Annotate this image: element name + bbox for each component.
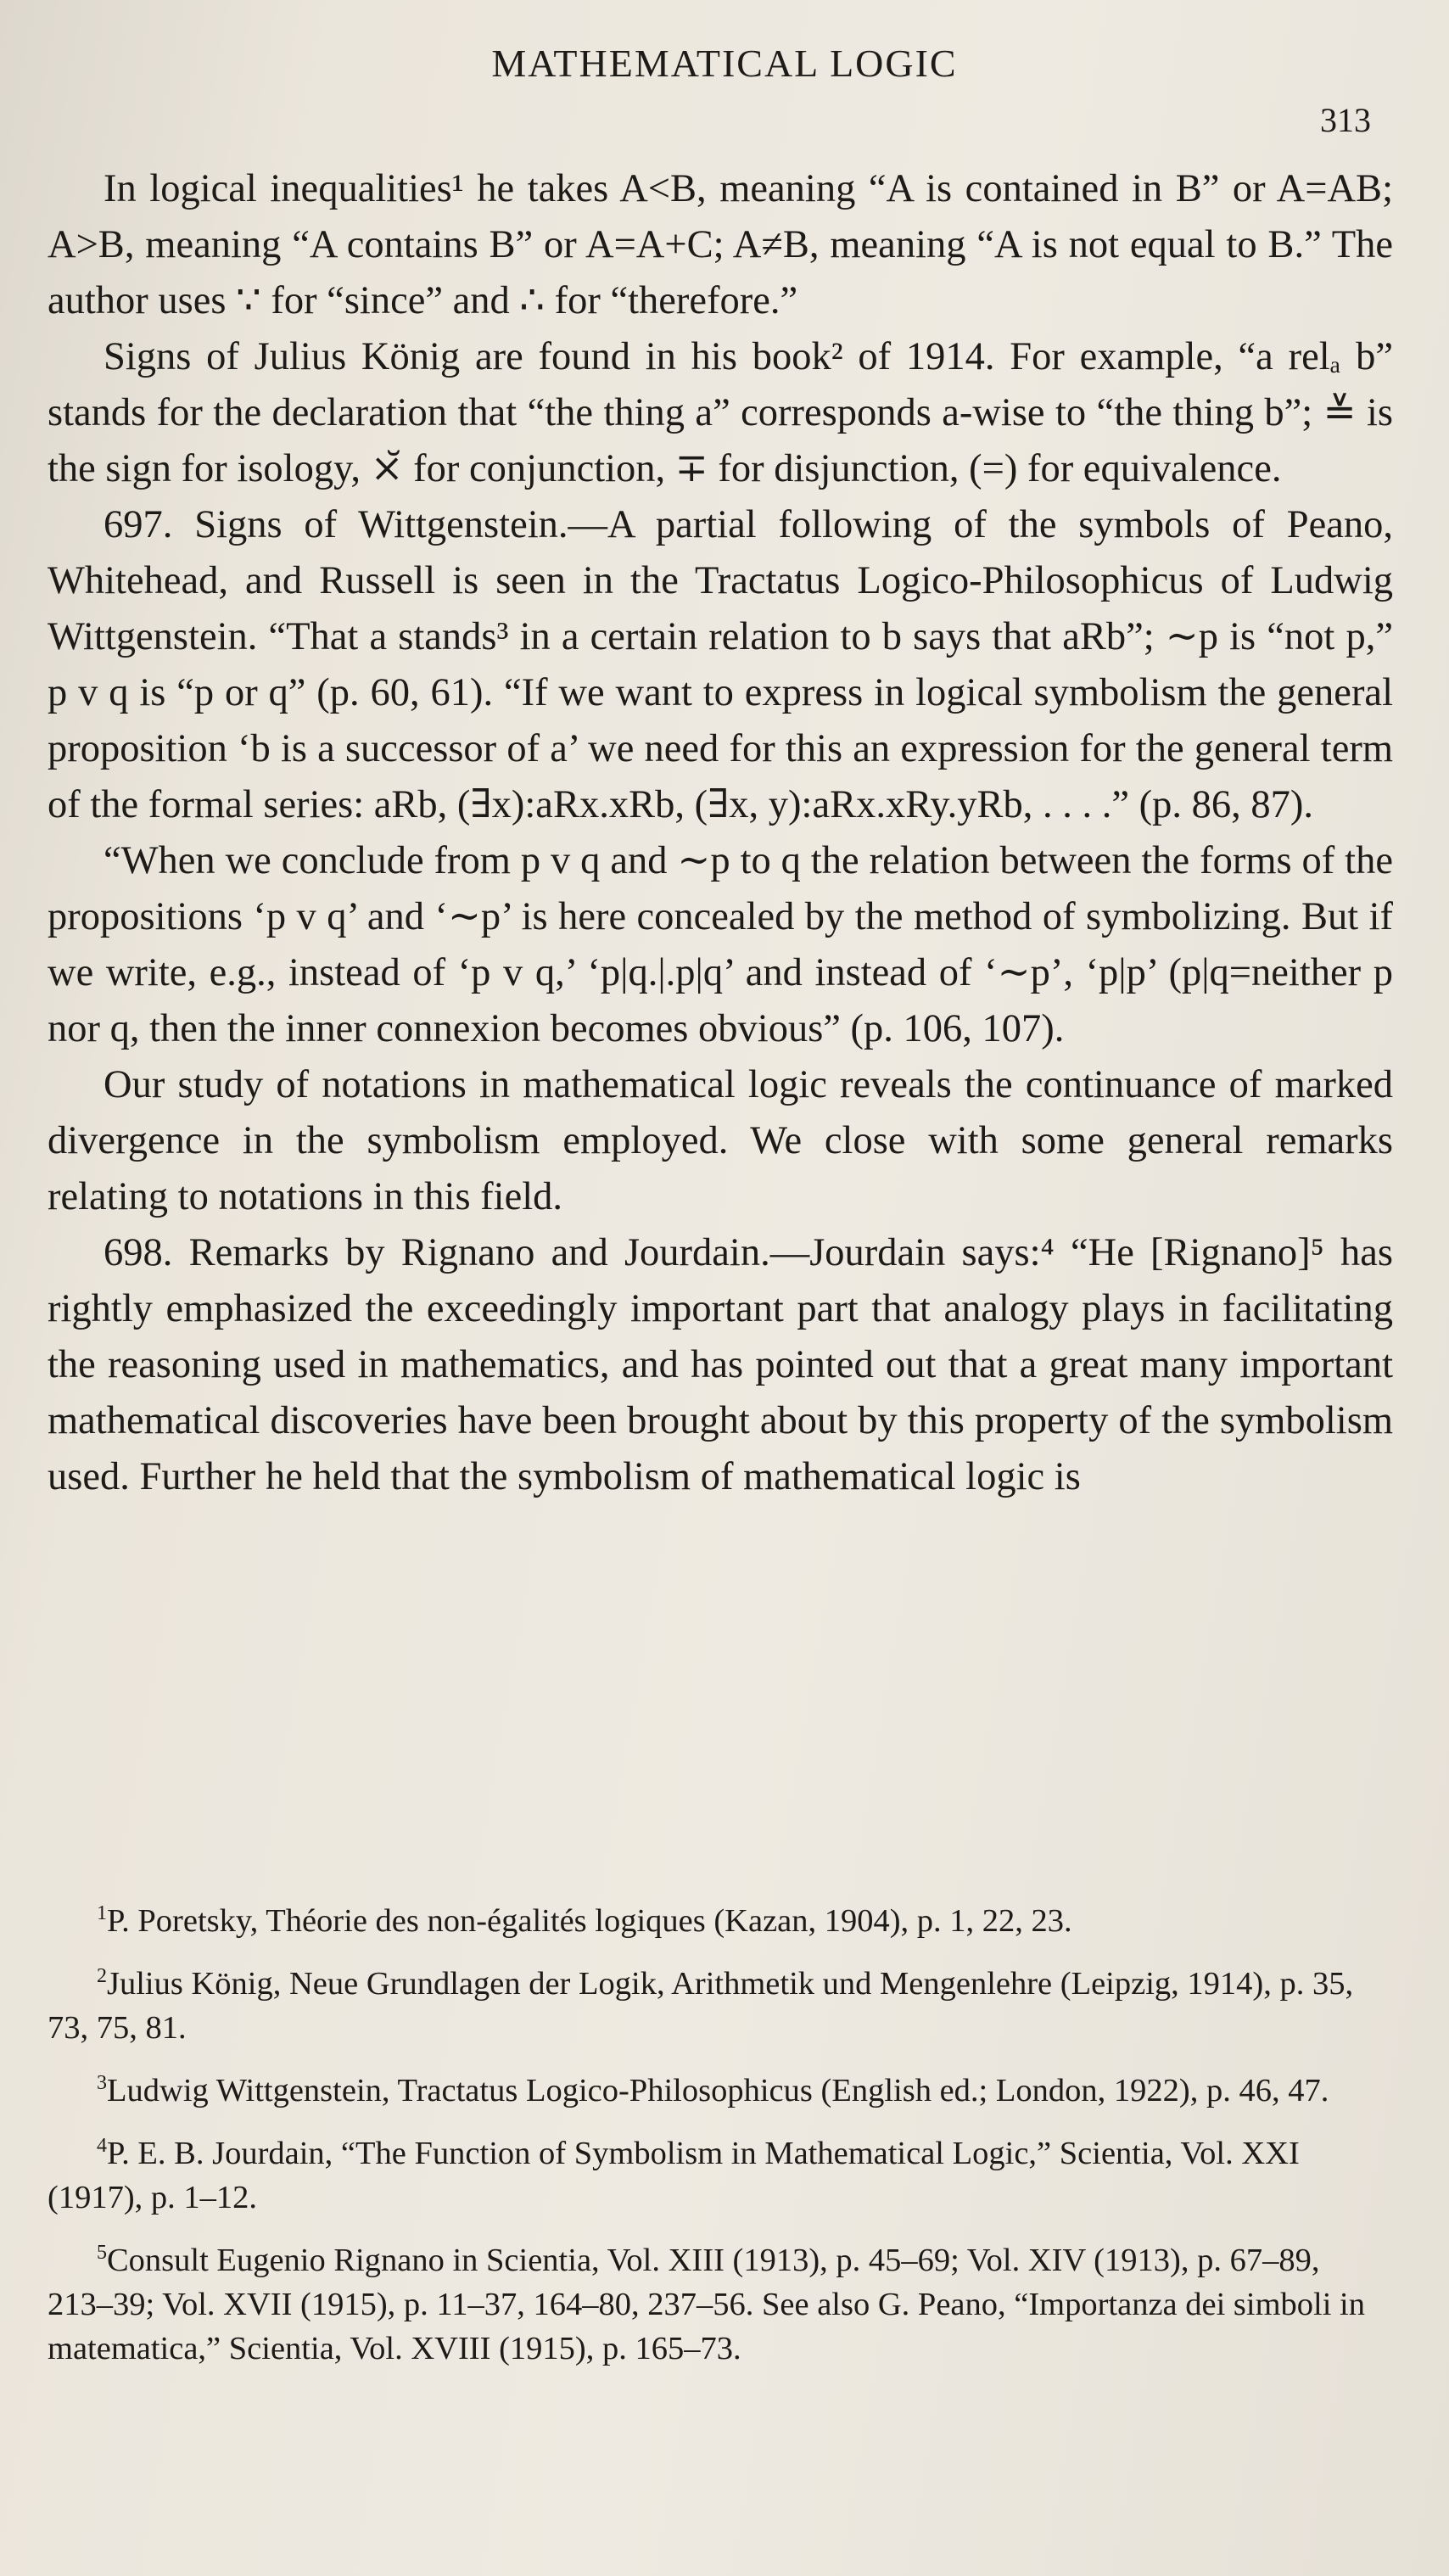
footnote: 3Ludwig Wittgenstein, Tractatus Logico-P…	[48, 2069, 1393, 2113]
footnote-text: Consult Eugenio Rignano in Scientia, Vol…	[48, 2243, 1366, 2366]
footnotes: 1P. Poretsky, Théorie des non-égalités l…	[48, 1899, 1393, 2389]
footnote: 2Julius König, Neue Grundlagen der Logik…	[48, 1962, 1393, 2050]
footnote-text: Julius König, Neue Grundlagen der Logik,…	[48, 1966, 1354, 2046]
running-title: MATHEMATICAL LOGIC	[491, 42, 958, 85]
footnote-text: Ludwig Wittgenstein, Tractatus Logico-Ph…	[107, 2073, 1329, 2108]
paragraph: Our study of notations in mathematical l…	[48, 1063, 1393, 1218]
footnote-mark: 3	[97, 2072, 107, 2095]
paragraph: “When we conclude from p v q and ∼p to q…	[48, 839, 1393, 1050]
footnote: 1P. Poretsky, Théorie des non-égalités l…	[48, 1899, 1393, 1943]
footnote: 4P. E. B. Jourdain, “The Function of Sym…	[48, 2131, 1393, 2220]
footnote-mark: 5	[97, 2242, 107, 2265]
paragraph: 697. Signs of Wittgenstein.—A partial fo…	[48, 503, 1393, 826]
footnote-mark: 4	[97, 2135, 107, 2158]
footnote-text: P. Poretsky, Théorie des non-égalités lo…	[107, 1903, 1072, 1939]
page-number: 313	[1320, 101, 1371, 139]
paragraph: Signs of Julius König are found in his b…	[48, 335, 1393, 490]
footnote-mark: 2	[97, 1965, 107, 1988]
footnote-mark: 1	[97, 1902, 107, 1925]
paragraph: In logical inequalities¹ he takes A<B, m…	[48, 167, 1393, 322]
main-text: In logical inequalities¹ he takes A<B, m…	[48, 161, 1393, 1505]
footnote: 5Consult Eugenio Rignano in Scientia, Vo…	[48, 2238, 1393, 2371]
footnote-text: P. E. B. Jourdain, “The Function of Symb…	[48, 2136, 1300, 2215]
paragraph: 698. Remarks by Rignano and Jourdain.—Jo…	[48, 1231, 1393, 1498]
book-page: MATHEMATICAL LOGIC 313 In logical inequa…	[0, 0, 1449, 2576]
